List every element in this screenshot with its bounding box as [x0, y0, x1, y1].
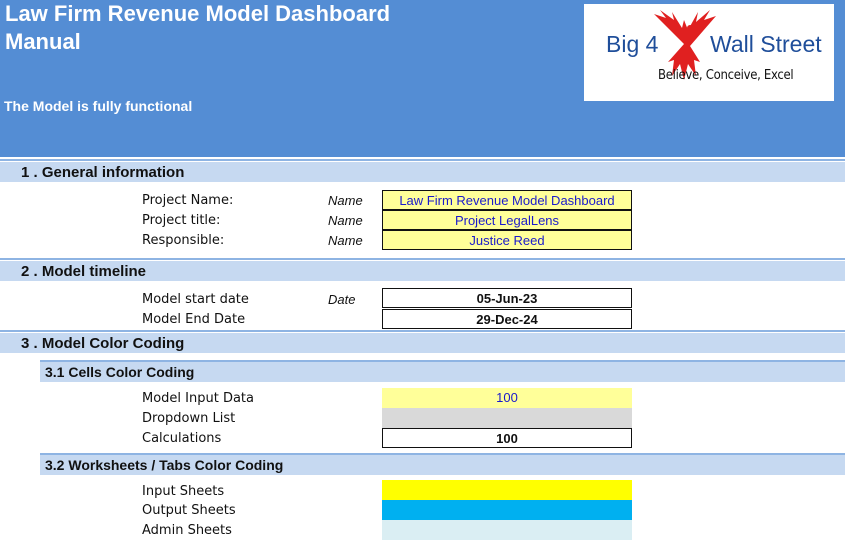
page-subtitle: The Model is fully functional	[4, 98, 193, 114]
logo-right-text: Wall Street	[710, 31, 822, 57]
label-output-sheets: Output Sheets	[142, 503, 236, 518]
label-model-start-date: Model start date	[142, 292, 249, 307]
type-model-start-date: Date	[328, 292, 356, 307]
label-project-name: Project Name:	[142, 193, 234, 208]
section-divider	[0, 258, 845, 260]
label-dropdown-list: Dropdown List	[142, 411, 236, 426]
label-model-input-data: Model Input Data	[142, 391, 254, 406]
type-project-name: Name	[328, 193, 363, 208]
input-data-sample-cell[interactable]: 100	[382, 388, 632, 408]
label-input-sheets: Input Sheets	[142, 484, 225, 499]
admin-sheets-swatch	[382, 520, 632, 540]
section-title-general: 1 . General information	[21, 164, 185, 181]
section-title-timeline: 2 . Model timeline	[21, 263, 147, 280]
project-title-field[interactable]: Project LegalLens	[382, 210, 632, 230]
section-divider	[0, 330, 845, 332]
project-name-field[interactable]: Law Firm Revenue Model Dashboard	[382, 190, 632, 210]
calculation-sample-cell[interactable]: 100	[382, 428, 632, 448]
subsection-title-cells: 3.1 Cells Color Coding	[45, 364, 195, 380]
model-start-date-field[interactable]: 05-Jun-23	[382, 288, 632, 308]
section-divider	[0, 159, 845, 161]
label-admin-sheets: Admin Sheets	[142, 523, 232, 538]
title-line-1: Law Firm Revenue Model Dashboard	[5, 1, 391, 26]
label-calculations: Calculations	[142, 431, 222, 446]
logo-tagline: Believe, Conceive, Excel	[658, 68, 794, 83]
responsible-field[interactable]: Justice Reed	[382, 230, 632, 250]
type-project-title: Name	[328, 213, 363, 228]
output-sheets-swatch	[382, 500, 632, 520]
label-model-end-date: Model End Date	[142, 312, 246, 327]
label-project-title: Project title:	[142, 213, 221, 228]
label-responsible: Responsible:	[142, 233, 225, 248]
logo: Big 4 Wall Street Believe, Conceive, Exc…	[584, 4, 834, 101]
dropdown-sample-cell[interactable]	[382, 408, 632, 428]
model-end-date-field[interactable]: 29-Dec-24	[382, 309, 632, 329]
type-responsible: Name	[328, 233, 363, 248]
header-banner: Law Firm Revenue Model Dashboard Manual …	[0, 0, 845, 157]
title-line-2: Manual	[5, 29, 81, 54]
section-title-coding: 3 . Model Color Coding	[21, 335, 185, 352]
page-title: Law Firm Revenue Model Dashboard Manual	[5, 0, 390, 56]
input-sheets-swatch	[382, 480, 632, 500]
subsection-title-tabs: 3.2 Worksheets / Tabs Color Coding	[45, 457, 284, 473]
